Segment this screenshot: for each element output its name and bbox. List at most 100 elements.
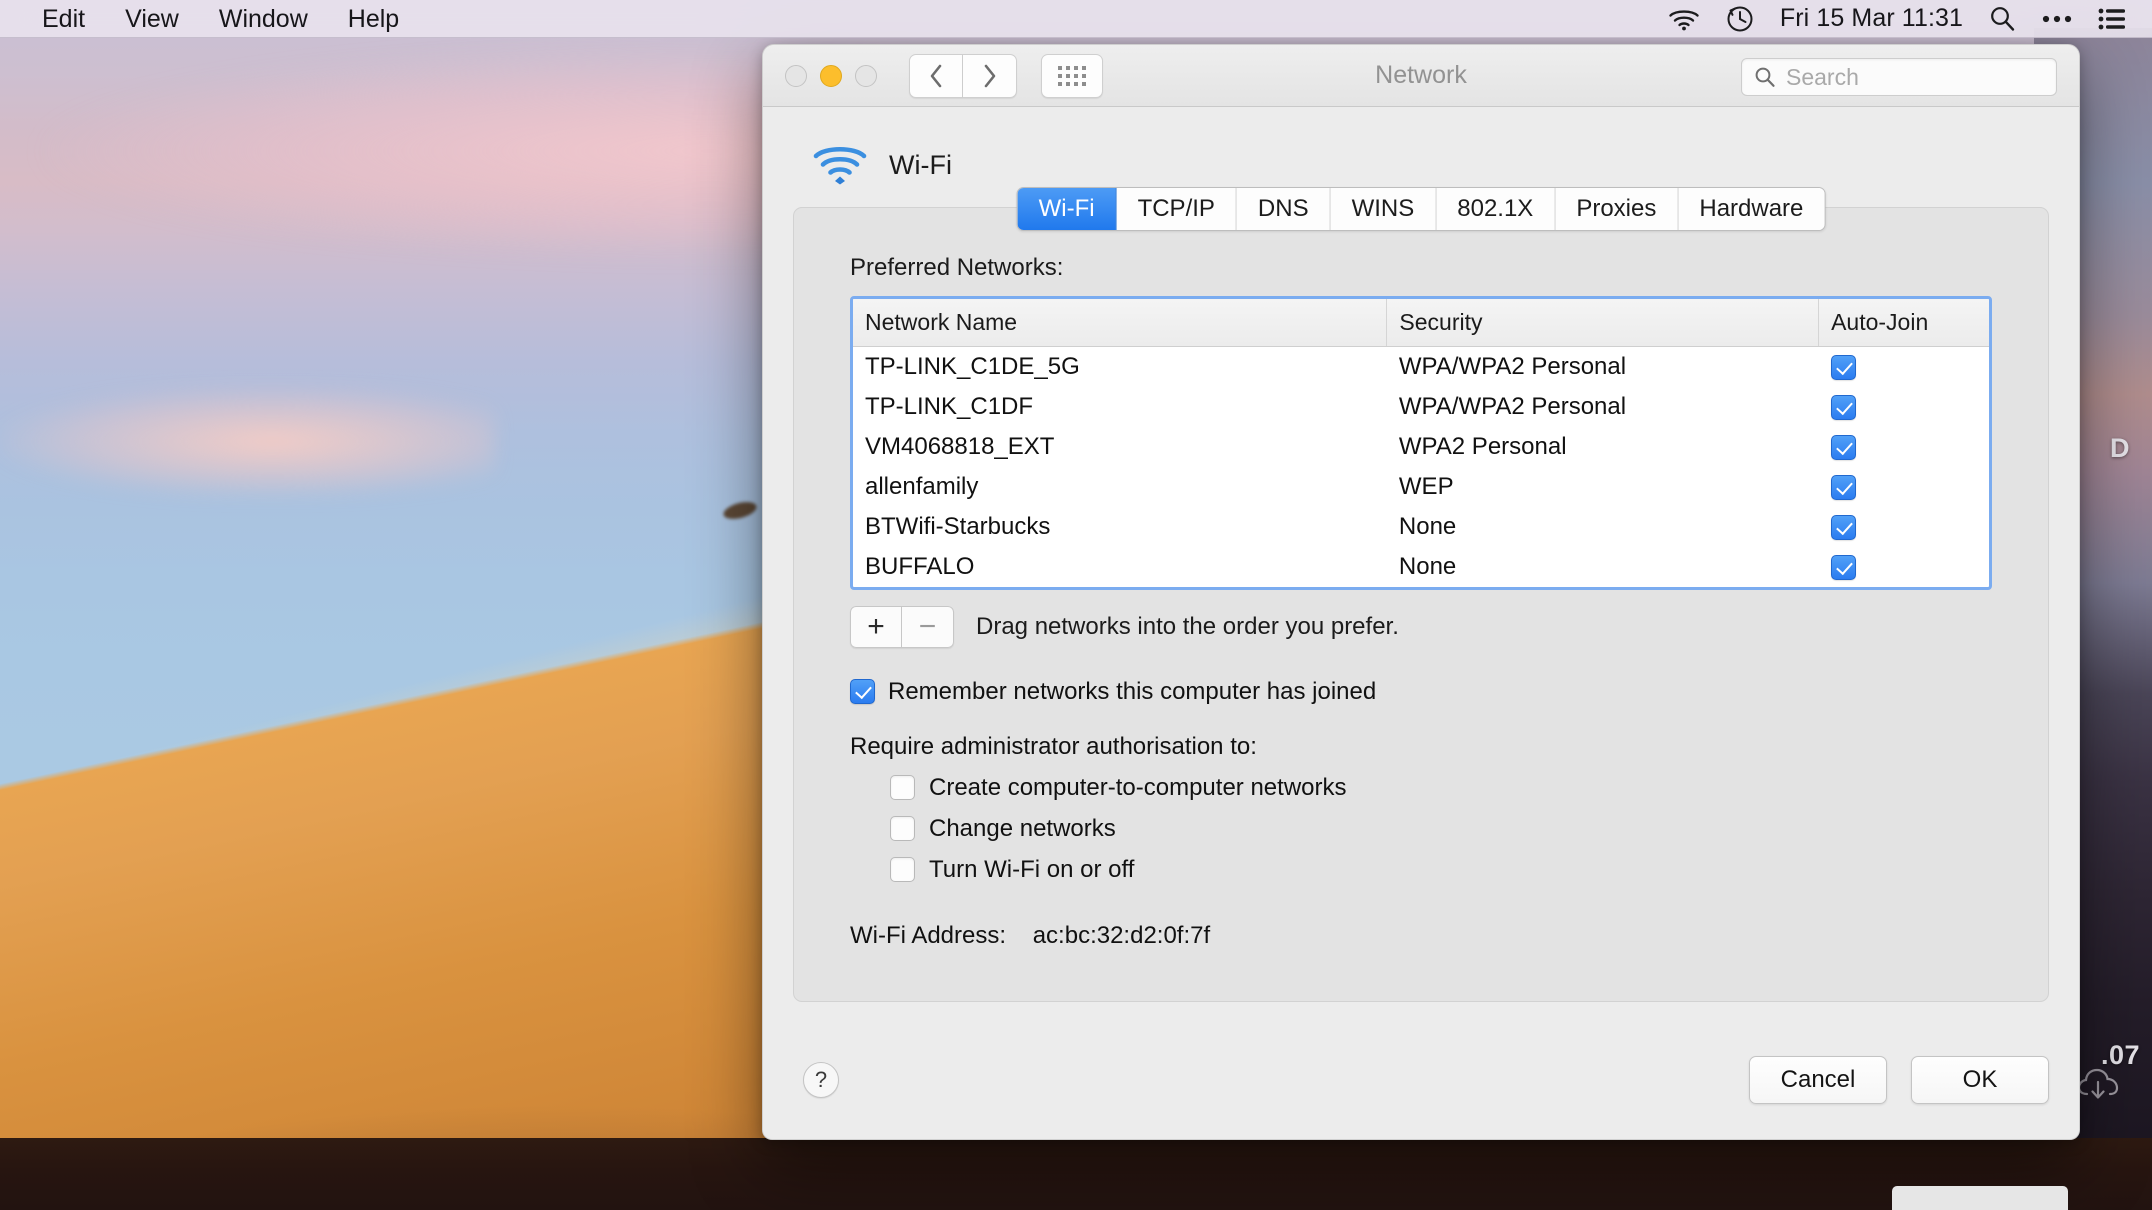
wifi-icon[interactable] — [1668, 7, 1700, 31]
help-button[interactable]: ? — [803, 1062, 839, 1098]
cell-auto-join — [1819, 427, 1989, 467]
forward-button[interactable] — [963, 53, 1017, 98]
remember-networks-checkbox[interactable] — [850, 679, 875, 704]
desktop-floor — [0, 1138, 2152, 1210]
table-row[interactable]: TP-LINK_C1DF WPA/WPA2 Personal — [853, 387, 1989, 427]
show-all-icon — [1058, 65, 1086, 86]
preferred-networks-table[interactable]: Network Name Security Auto-Join TP-LINK_… — [850, 296, 1992, 590]
window-titlebar[interactable]: Network Search — [763, 45, 2079, 107]
add-network-button[interactable]: + — [850, 605, 902, 648]
admin-option-create-networks[interactable]: Create computer-to-computer networks — [890, 774, 1992, 802]
menu-item-window[interactable]: Window — [199, 0, 328, 38]
admin-option-change-networks[interactable]: Change networks — [890, 815, 1992, 843]
card-content: Preferred Networks: Network Name Securit… — [794, 254, 2048, 950]
cloud-wisp — [0, 387, 495, 497]
create-networks-checkbox[interactable] — [890, 775, 915, 800]
auto-join-checkbox[interactable] — [1830, 434, 1856, 460]
wifi-address-row: Wi-Fi Address: ac:bc:32:d2:0f:7f — [850, 922, 1992, 950]
auto-join-checkbox[interactable] — [1830, 474, 1856, 500]
tab-dns[interactable]: DNS — [1236, 188, 1331, 230]
window-body: Wi-Fi Wi-Fi TCP/IP DNS WINS 802.1X Proxi… — [763, 107, 2079, 1139]
menu-item-help[interactable]: Help — [328, 0, 419, 38]
traffic-lights — [763, 64, 877, 87]
cell-security: WPA2 Personal — [1398, 432, 1567, 460]
admin-option-turn-wifi[interactable]: Turn Wi-Fi on or off — [890, 856, 1992, 884]
table-row[interactable]: TP-LINK_C1DE_5G WPA/WPA2 Personal — [853, 347, 1989, 387]
remember-networks-row[interactable]: Remember networks this computer has join… — [850, 678, 1992, 706]
cell-security: WEP — [1398, 472, 1454, 500]
cell-network-name: BTWifi-Starbucks — [865, 512, 1051, 540]
preferred-networks-label: Preferred Networks: — [850, 254, 1064, 281]
cell-auto-join — [1819, 347, 1989, 387]
remember-networks-label: Remember networks this computer has join… — [888, 677, 1377, 705]
network-preferences-window: Network Search Wi-Fi Wi-Fi TCP/IP DNS WI… — [762, 44, 2080, 1140]
admin-authorisation-label: Require administrator authorisation to: — [850, 732, 1257, 760]
create-networks-label: Create computer-to-computer networks — [929, 773, 1347, 801]
tab-bar: Wi-Fi TCP/IP DNS WINS 802.1X Proxies Har… — [1016, 187, 1826, 231]
cancel-button[interactable]: Cancel — [1749, 1056, 1887, 1104]
table-row[interactable]: allenfamily WEP — [853, 467, 1989, 507]
background-text-top: D — [2110, 433, 2130, 463]
chevron-right-icon — [984, 64, 995, 87]
menu-item-edit[interactable]: Edit — [22, 0, 105, 38]
auto-join-checkbox[interactable] — [1830, 354, 1856, 380]
search-icon[interactable] — [1989, 5, 2016, 32]
change-networks-checkbox[interactable] — [890, 816, 915, 841]
wifi-icon — [813, 146, 867, 185]
cell-auto-join — [1819, 547, 1989, 587]
column-header-network-name[interactable]: Network Name — [853, 299, 1387, 347]
table-row[interactable]: BTWifi-Starbucks None — [853, 507, 1989, 547]
table-row[interactable]: VM4068818_EXT WPA2 Personal — [853, 427, 1989, 467]
service-header: Wi-Fi — [813, 145, 2049, 185]
background-text-bottom: .07 — [2100, 1040, 2140, 1070]
cell-network-name: allenfamily — [865, 472, 979, 500]
back-button[interactable] — [909, 53, 963, 98]
remove-network-button[interactable]: − — [902, 605, 954, 648]
ok-button[interactable]: OK — [1911, 1056, 2049, 1104]
auto-join-checkbox[interactable] — [1830, 554, 1856, 580]
column-header-security[interactable]: Security — [1386, 299, 1819, 347]
turn-wifi-checkbox[interactable] — [890, 857, 915, 882]
cell-auto-join — [1819, 507, 1989, 547]
window-footer: ? Cancel OK — [763, 1021, 2079, 1139]
close-button[interactable] — [785, 64, 807, 87]
auto-join-checkbox[interactable] — [1830, 394, 1856, 420]
tab-hardware[interactable]: Hardware — [1678, 188, 1825, 230]
cell-network-name: TP-LINK_C1DF — [865, 392, 1034, 420]
zoom-button[interactable] — [855, 64, 877, 87]
menu-item-view[interactable]: View — [105, 0, 199, 38]
service-name: Wi-Fi — [889, 149, 952, 180]
cell-security: WPA/WPA2 Personal — [1398, 352, 1627, 380]
navigation-buttons — [909, 53, 1017, 98]
tab-wifi[interactable]: Wi-Fi — [1017, 188, 1117, 230]
dune-shadow — [721, 499, 759, 523]
auto-join-checkbox[interactable] — [1830, 514, 1856, 540]
tab-tcpip[interactable]: TCP/IP — [1116, 188, 1237, 230]
table-header-row: Network Name Security Auto-Join — [853, 299, 1989, 347]
cell-network-name: TP-LINK_C1DE_5G — [865, 352, 1080, 380]
tab-8021x[interactable]: 802.1X — [1436, 188, 1556, 230]
control-center-icon[interactable] — [2042, 14, 2072, 24]
menu-bar-status-items: Fri 15 Mar 11:31 — [1668, 4, 2152, 33]
dock-sliver — [1892, 1186, 2068, 1210]
tab-proxies[interactable]: Proxies — [1555, 188, 1679, 230]
chevron-left-icon — [930, 64, 942, 87]
cloud-download-icon — [2077, 1068, 2119, 1099]
drag-hint-text: Drag networks into the order you prefer. — [976, 612, 1399, 640]
minimize-button[interactable] — [820, 64, 842, 87]
search-input[interactable]: Search — [1741, 58, 2057, 96]
table-controls: + − Drag networks into the order you pre… — [850, 605, 1992, 648]
notification-center-icon[interactable] — [2098, 8, 2126, 30]
change-networks-label: Change networks — [929, 814, 1116, 842]
table-row[interactable]: BUFFALO None — [853, 547, 1989, 587]
time-machine-icon[interactable] — [1726, 5, 1754, 33]
show-all-button[interactable] — [1041, 53, 1103, 98]
search-placeholder: Search — [1786, 63, 1859, 90]
menu-bar-items: Edit View Window Help — [0, 0, 419, 38]
tab-wins[interactable]: WINS — [1330, 188, 1437, 230]
wifi-address-label: Wi-Fi Address: — [850, 921, 1007, 949]
footer-buttons: Cancel OK — [1749, 1056, 2049, 1104]
menu-bar-clock[interactable]: Fri 15 Mar 11:31 — [1780, 4, 1963, 33]
cell-auto-join — [1819, 387, 1989, 427]
column-header-auto-join[interactable]: Auto-Join — [1818, 299, 1989, 347]
